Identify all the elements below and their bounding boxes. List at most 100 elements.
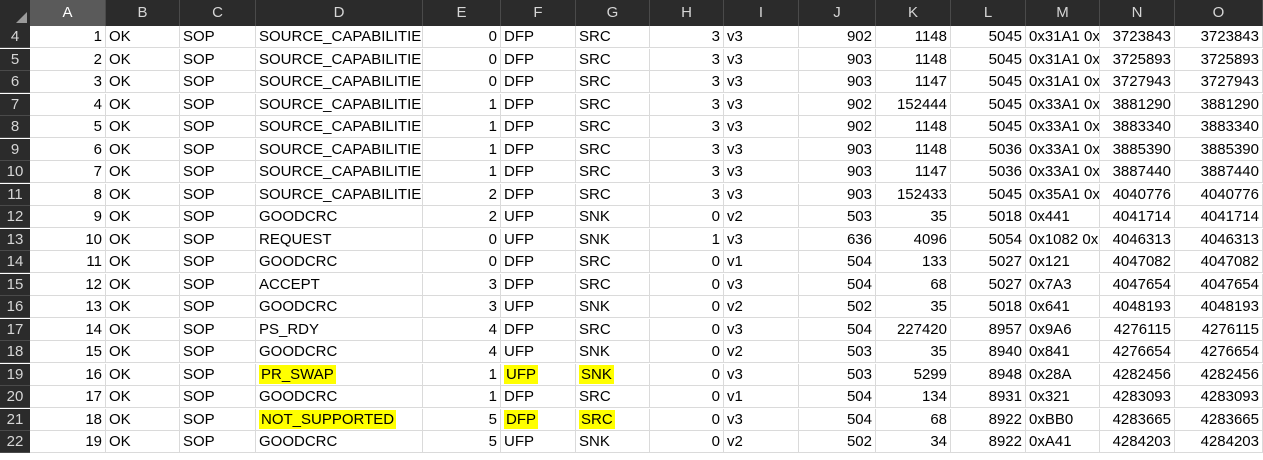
- cell-a18[interactable]: 15: [30, 341, 106, 363]
- cell-c16[interactable]: SOP: [180, 296, 256, 318]
- row-header-8[interactable]: 8: [0, 116, 30, 138]
- cell-b17[interactable]: OK: [106, 318, 180, 341]
- row-header-14[interactable]: 14: [0, 251, 30, 273]
- column-header-d[interactable]: D: [256, 0, 423, 26]
- cell-d21[interactable]: NOT_SUPPORTED: [256, 408, 423, 431]
- cell-g12[interactable]: SNK: [576, 206, 650, 228]
- cell-e13[interactable]: 0: [423, 228, 501, 251]
- cell-b12[interactable]: OK: [106, 206, 180, 228]
- cell-n17[interactable]: 4276115: [1100, 318, 1175, 341]
- cell-n16[interactable]: 4048193: [1100, 296, 1175, 318]
- cell-e11[interactable]: 2: [423, 183, 501, 206]
- cell-a11[interactable]: 8: [30, 183, 106, 206]
- cell-m11[interactable]: 0x35A1 0x: [1026, 183, 1100, 206]
- cell-k21[interactable]: 68: [876, 408, 951, 431]
- cell-c13[interactable]: SOP: [180, 228, 256, 251]
- cell-d4[interactable]: SOURCE_CAPABILITIES: [256, 26, 423, 48]
- cell-b14[interactable]: OK: [106, 251, 180, 273]
- cell-k17[interactable]: 227420: [876, 318, 951, 341]
- cell-c17[interactable]: SOP: [180, 318, 256, 341]
- cell-b18[interactable]: OK: [106, 341, 180, 363]
- cell-g13[interactable]: SNK: [576, 228, 650, 251]
- column-header-i[interactable]: I: [724, 0, 799, 26]
- cell-h13[interactable]: 1: [650, 228, 724, 251]
- cell-l19[interactable]: 8948: [951, 363, 1026, 386]
- cell-i8[interactable]: v3: [724, 116, 799, 138]
- cell-e16[interactable]: 3: [423, 296, 501, 318]
- cell-h19[interactable]: 0: [650, 363, 724, 386]
- cell-g7[interactable]: SRC: [576, 93, 650, 116]
- cell-n5[interactable]: 3725893: [1100, 48, 1175, 71]
- cell-b13[interactable]: OK: [106, 228, 180, 251]
- cell-k5[interactable]: 1148: [876, 48, 951, 71]
- cell-i22[interactable]: v2: [724, 431, 799, 453]
- cell-i7[interactable]: v3: [724, 93, 799, 116]
- cell-o14[interactable]: 4047082: [1175, 251, 1263, 273]
- cell-f12[interactable]: UFP: [501, 206, 576, 228]
- cell-d11[interactable]: SOURCE_CAPABILITIES: [256, 183, 423, 206]
- cell-f4[interactable]: DFP: [501, 26, 576, 48]
- cell-n20[interactable]: 4283093: [1100, 386, 1175, 408]
- cell-d22[interactable]: GOODCRC: [256, 431, 423, 453]
- cell-f19[interactable]: UFP: [501, 363, 576, 386]
- column-header-e[interactable]: E: [423, 0, 501, 26]
- column-header-n[interactable]: N: [1100, 0, 1175, 26]
- cell-m7[interactable]: 0x33A1 0x: [1026, 93, 1100, 116]
- cell-a13[interactable]: 10: [30, 228, 106, 251]
- row-header-21[interactable]: 21: [0, 408, 30, 431]
- cell-a20[interactable]: 17: [30, 386, 106, 408]
- cell-b5[interactable]: OK: [106, 48, 180, 71]
- cell-g21[interactable]: SRC: [576, 408, 650, 431]
- cell-n12[interactable]: 4041714: [1100, 206, 1175, 228]
- cell-d7[interactable]: SOURCE_CAPABILITIES: [256, 93, 423, 116]
- cell-l20[interactable]: 8931: [951, 386, 1026, 408]
- cell-a12[interactable]: 9: [30, 206, 106, 228]
- cell-d16[interactable]: GOODCRC: [256, 296, 423, 318]
- cell-n11[interactable]: 4040776: [1100, 183, 1175, 206]
- cell-a22[interactable]: 19: [30, 431, 106, 453]
- cell-e20[interactable]: 1: [423, 386, 501, 408]
- cell-c19[interactable]: SOP: [180, 363, 256, 386]
- cell-i5[interactable]: v3: [724, 48, 799, 71]
- cell-g20[interactable]: SRC: [576, 386, 650, 408]
- row-header-7[interactable]: 7: [0, 93, 30, 116]
- cell-h12[interactable]: 0: [650, 206, 724, 228]
- cell-j20[interactable]: 504: [799, 386, 876, 408]
- cell-g11[interactable]: SRC: [576, 183, 650, 206]
- cell-i16[interactable]: v2: [724, 296, 799, 318]
- cell-e8[interactable]: 1: [423, 116, 501, 138]
- column-header-l[interactable]: L: [951, 0, 1026, 26]
- cell-o6[interactable]: 3727943: [1175, 71, 1263, 93]
- cell-m12[interactable]: 0x441: [1026, 206, 1100, 228]
- cell-d15[interactable]: ACCEPT: [256, 273, 423, 296]
- select-all-corner[interactable]: [0, 0, 30, 26]
- cell-m14[interactable]: 0x121: [1026, 251, 1100, 273]
- row-header-10[interactable]: 10: [0, 161, 30, 183]
- cell-k4[interactable]: 1148: [876, 26, 951, 48]
- cell-a6[interactable]: 3: [30, 71, 106, 93]
- row-header-13[interactable]: 13: [0, 228, 30, 251]
- cell-e6[interactable]: 0: [423, 71, 501, 93]
- cell-o5[interactable]: 3725893: [1175, 48, 1263, 71]
- cell-c15[interactable]: SOP: [180, 273, 256, 296]
- cell-l5[interactable]: 5045: [951, 48, 1026, 71]
- cell-o9[interactable]: 3885390: [1175, 138, 1263, 161]
- cell-i15[interactable]: v3: [724, 273, 799, 296]
- row-header-15[interactable]: 15: [0, 273, 30, 296]
- cell-j14[interactable]: 504: [799, 251, 876, 273]
- cell-m21[interactable]: 0xBB0: [1026, 408, 1100, 431]
- cell-n22[interactable]: 4284203: [1100, 431, 1175, 453]
- cell-a10[interactable]: 7: [30, 161, 106, 183]
- cell-l17[interactable]: 8957: [951, 318, 1026, 341]
- cell-k20[interactable]: 134: [876, 386, 951, 408]
- cell-a7[interactable]: 4: [30, 93, 106, 116]
- row-header-4[interactable]: 4: [0, 26, 30, 48]
- cell-n9[interactable]: 3885390: [1100, 138, 1175, 161]
- cell-j5[interactable]: 903: [799, 48, 876, 71]
- cell-i4[interactable]: v3: [724, 26, 799, 48]
- cell-d14[interactable]: GOODCRC: [256, 251, 423, 273]
- cell-c12[interactable]: SOP: [180, 206, 256, 228]
- column-header-f[interactable]: F: [501, 0, 576, 26]
- cell-a17[interactable]: 14: [30, 318, 106, 341]
- row-header-16[interactable]: 16: [0, 296, 30, 318]
